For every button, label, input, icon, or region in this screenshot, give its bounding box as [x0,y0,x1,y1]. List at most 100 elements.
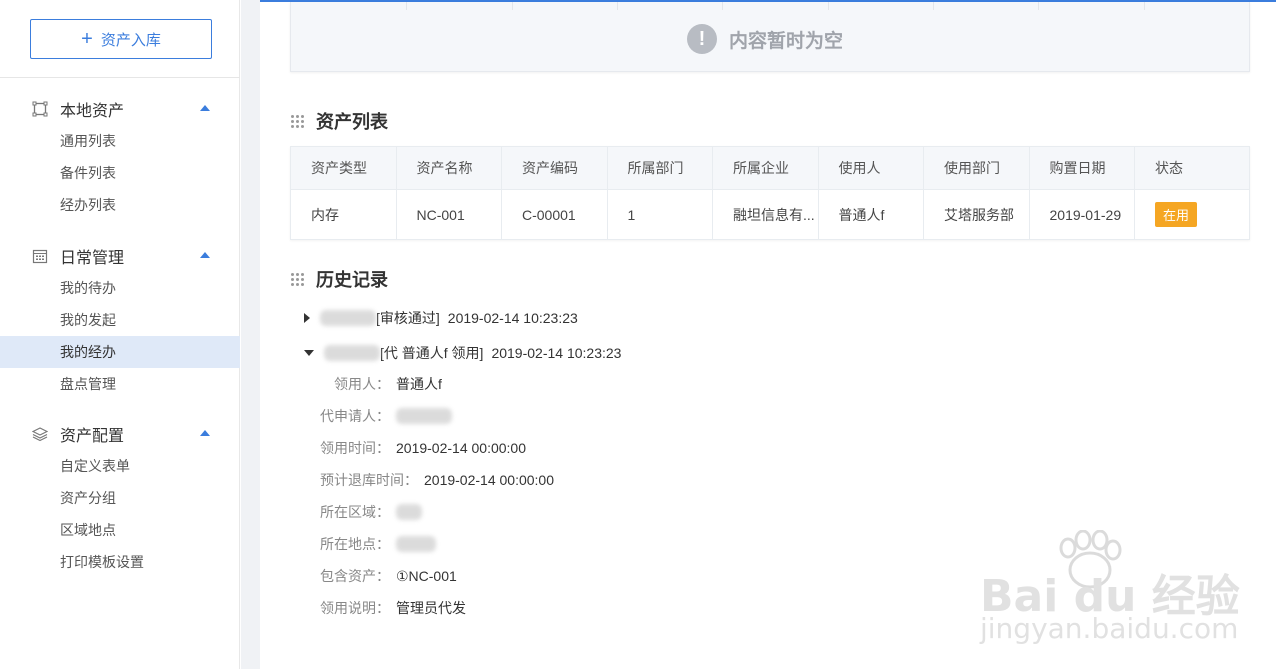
column-header: 资产编码 [502,147,608,189]
column-header: 资产类型 [291,147,397,189]
sidebar-item-area-location[interactable]: 区域地点 [0,514,240,546]
detail-label: 所在地点： [320,536,390,552]
history-action: [审核通过] [376,310,440,326]
sidebar-item-my-todo[interactable]: 我的待办 [0,272,240,304]
column-header: 购置日期 [1030,147,1135,189]
asset-table: 资产类型 资产名称 资产编码 所属部门 所属企业 使用人 使用部门 购置日期 状… [290,146,1250,240]
sidebar-item-print-template[interactable]: 打印模板设置 [0,546,240,578]
table-cell: 普通人f [819,190,924,239]
empty-state-text: 内容暂时为空 [729,30,844,52]
column-header: 使用人 [819,147,924,189]
menu-group-asset-config: 资产配置 自定义表单 资产分组 区域地点 打印模板设置 [0,418,240,578]
redacted-name [320,310,376,326]
sidebar-divider [0,77,240,78]
expand-arrow-icon[interactable] [304,313,310,323]
status-cell: 在用 [1135,190,1249,239]
detail-row: 领用人： 普通人f [334,374,442,394]
asset-intake-label: 资产入库 [100,31,161,49]
history-time: 2019-02-14 10:23:23 [491,345,622,361]
detail-value: 管理员代发 [396,600,466,616]
detail-row: 领用时间： 2019-02-14 00:00:00 [320,438,526,458]
redacted-name [324,345,380,361]
collapse-arrow-icon[interactable] [200,430,210,436]
watermark-url: jingyan.baidu.com [980,612,1239,645]
detail-value: ①NC-001 [396,567,457,584]
detail-value: 2019-02-14 00:00:00 [396,440,526,456]
asset-list-title: 资产列表 [291,108,388,134]
table-cell: 艾塔服务部 [924,190,1030,239]
section-title-text: 历史记录 [316,270,388,290]
menu-head-label: 日常管理 [60,250,125,267]
column-header: 资产名称 [397,147,502,189]
detail-label: 预计退库时间： [320,472,418,488]
sidebar-item-handled-list[interactable]: 经办列表 [0,189,240,221]
detail-label: 包含资产： [320,568,390,584]
status-badge: 在用 [1155,202,1198,227]
sidebar-item-general-list[interactable]: 通用列表 [0,125,240,157]
detail-value: 2019-02-14 00:00:00 [424,472,554,488]
redacted-value [396,536,436,552]
table-column-stubs [291,2,1249,10]
exclamation-icon: ! [687,24,717,54]
sidebar-item-custom-form[interactable]: 自定义表单 [0,450,240,482]
baidu-jingyan-watermark: Bai du 经验 jingyan.baidu.com [980,529,1270,660]
column-header: 所属部门 [608,147,713,189]
detail-row: 预计退库时间： 2019-02-14 00:00:00 [320,470,554,490]
table-cell: 融坦信息有... [713,190,819,239]
content-gutter [241,0,260,669]
sidebar-item-my-initiated[interactable]: 我的发起 [0,304,240,336]
sidebar-item-spare-list[interactable]: 备件列表 [0,157,240,189]
sidebar-item-my-handled[interactable]: 我的经办 [0,336,240,368]
table-cell: C-00001 [502,190,608,239]
menu-head-asset-config[interactable]: 资产配置 [0,418,240,450]
empty-state-message: ! 内容暂时为空 [687,24,843,54]
detail-label: 所在区域： [320,504,390,520]
history-time: 2019-02-14 10:23:23 [447,310,578,326]
table-cell: 1 [608,190,713,239]
detail-row: 包含资产： ①NC-001 [320,566,457,586]
calendar-icon [32,248,48,264]
column-header: 状态 [1155,160,1183,176]
empty-state-panel: ! 内容暂时为空 [290,2,1250,72]
menu-head-label: 本地资产 [60,103,125,120]
frame-icon [32,101,48,117]
table-cell: NC-001 [397,190,502,239]
history-action: [代 普通人f 领用] [380,345,484,361]
menu-head-label: 资产配置 [60,428,125,445]
menu-head-local-assets[interactable]: 本地资产 [0,93,240,125]
history-entry[interactable]: [代 普通人f 领用] 2019-02-14 10:23:23 [304,343,621,363]
plus-icon: + [81,28,93,50]
section-title-text: 资产列表 [316,112,388,132]
asset-intake-button[interactable]: + 资产入库 [30,19,212,59]
detail-row: 领用说明： 管理员代发 [320,598,466,618]
column-header: 使用部门 [924,147,1030,189]
table-cell: 2019-01-29 [1030,190,1135,239]
detail-row: 所在区域： [320,502,422,522]
table-row[interactable]: 内存 NC-001 C-00001 1 融坦信息有... 普通人f 艾塔服务部 … [291,189,1249,239]
history-entry[interactable]: [审核通过] 2019-02-14 10:23:23 [304,308,578,328]
menu-head-daily[interactable]: 日常管理 [0,240,240,272]
sidebar-item-inventory[interactable]: 盘点管理 [0,368,240,400]
column-header: 所属企业 [713,147,819,189]
collapse-arrow-icon[interactable] [304,350,314,356]
redacted-value [396,408,452,424]
collapse-arrow-icon[interactable] [200,105,210,111]
redacted-value [396,504,422,520]
layers-icon [32,426,48,442]
detail-label: 领用时间： [320,440,390,456]
detail-value: 普通人f [396,376,442,392]
table-cell: 内存 [291,190,397,239]
detail-label: 代申请人： [320,408,390,424]
sidebar: + 资产入库 本地资产 通用列表 备件列表 经办列表 日常管理 我的待办 我的发… [0,0,240,669]
sidebar-item-asset-group[interactable]: 资产分组 [0,482,240,514]
detail-row: 代申请人： [320,406,452,426]
drag-dots-icon [291,272,304,286]
menu-group-daily: 日常管理 我的待办 我的发起 我的经办 盘点管理 [0,240,240,400]
detail-label: 领用人： [334,376,390,392]
history-title: 历史记录 [291,266,388,292]
collapse-arrow-icon[interactable] [200,252,210,258]
drag-dots-icon [291,114,304,128]
detail-row: 所在地点： [320,534,436,554]
table-header-row: 资产类型 资产名称 资产编码 所属部门 所属企业 使用人 使用部门 购置日期 状… [291,147,1249,189]
detail-label: 领用说明： [320,600,390,616]
